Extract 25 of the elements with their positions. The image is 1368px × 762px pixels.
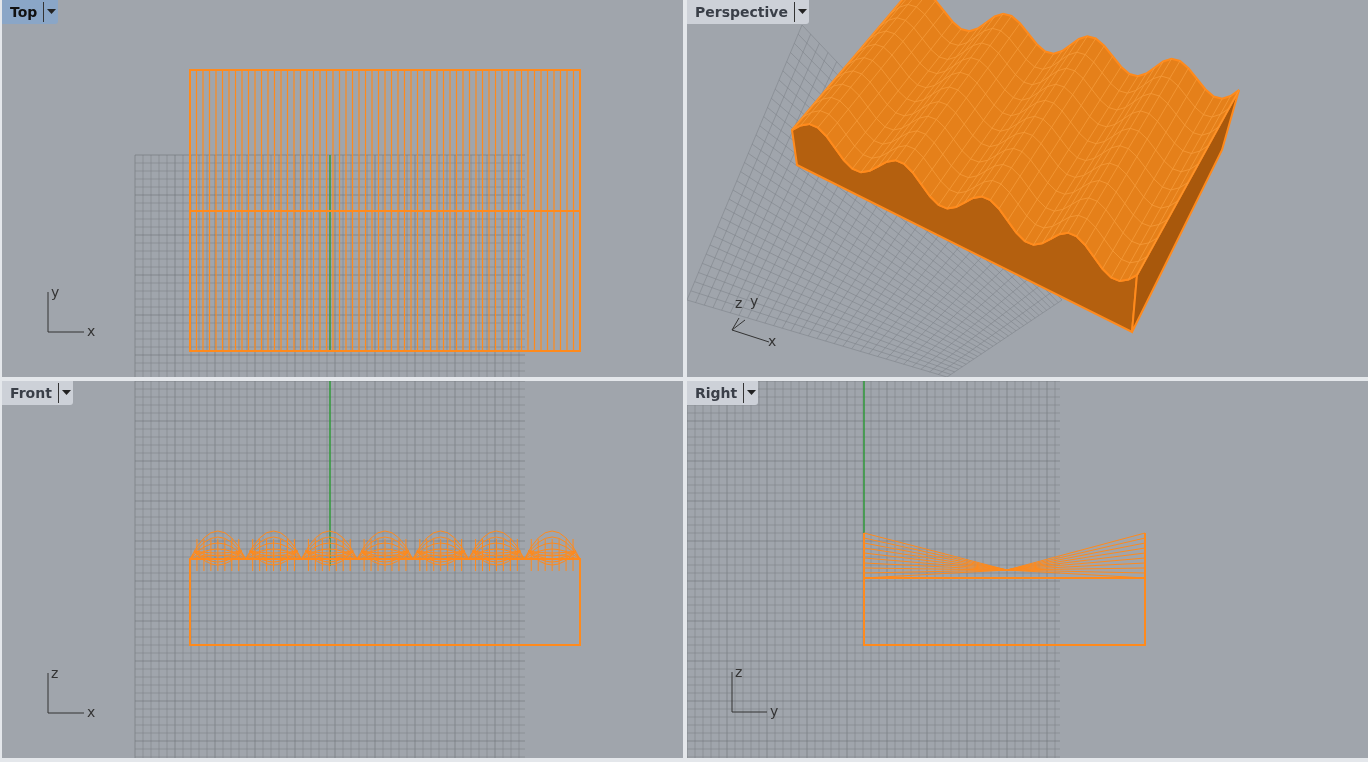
viewport-tab[interactable]: Front bbox=[2, 381, 73, 405]
axis-label: x bbox=[768, 333, 777, 349]
axis-icon bbox=[731, 671, 768, 713]
axis-icon bbox=[47, 672, 85, 714]
viewport[interactable]: Perspective z y x bbox=[687, 0, 1368, 377]
axis-icon bbox=[47, 291, 85, 333]
viewport[interactable]: Front z x bbox=[2, 381, 683, 758]
axis-label: z bbox=[735, 664, 743, 680]
viewport[interactable]: Right z y bbox=[687, 381, 1368, 758]
axis-label: z bbox=[51, 665, 59, 681]
axis-label: y bbox=[51, 284, 60, 300]
axis-label: y bbox=[770, 703, 779, 719]
caret-icon[interactable] bbox=[57, 383, 71, 403]
viewport-tab[interactable]: Right bbox=[687, 381, 759, 405]
viewport-tab[interactable]: Top bbox=[2, 0, 59, 24]
viewport-tab[interactable]: Perspective bbox=[687, 0, 809, 24]
axis-label: y bbox=[750, 293, 759, 309]
caret-icon[interactable] bbox=[43, 2, 57, 22]
axis-label: z bbox=[735, 295, 743, 311]
caret-icon[interactable] bbox=[743, 383, 757, 403]
axis-label: x bbox=[87, 323, 96, 339]
viewport[interactable]: Top y x bbox=[2, 0, 683, 377]
caret-icon[interactable] bbox=[793, 2, 807, 22]
axis-label: x bbox=[87, 704, 96, 720]
axis-icon bbox=[731, 317, 770, 343]
